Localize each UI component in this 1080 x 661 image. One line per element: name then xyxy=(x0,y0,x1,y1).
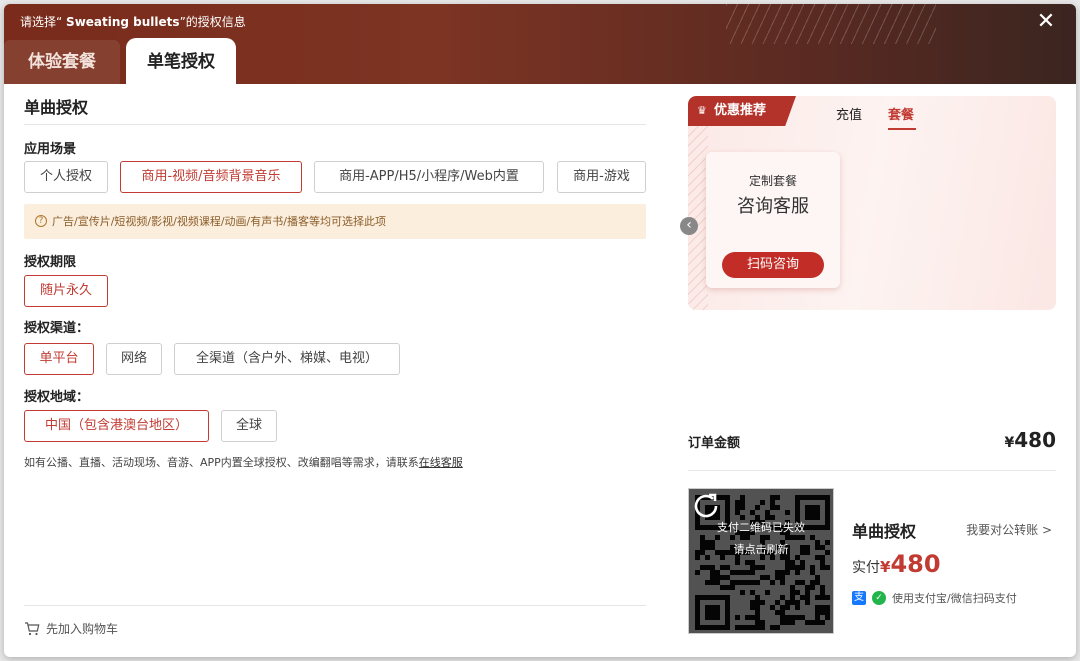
channel-option-single[interactable]: 单平台 xyxy=(24,343,94,375)
channel-label: 授权渠道： xyxy=(24,321,90,336)
promo-tab-package[interactable]: 套餐 xyxy=(888,104,914,123)
actual-price: 480 xyxy=(890,550,941,578)
dialog-header: 请选择“ Sweating bullets”的授权信息 ✕ 体验套餐 单笔授权 xyxy=(4,4,1076,84)
custom-package-card: 定制套餐 咨询客服 扫码咨询 xyxy=(706,152,840,288)
payment-item-title: 单曲授权 xyxy=(852,522,917,541)
alipay-icon: 支 xyxy=(852,591,866,605)
scene-option-app[interactable]: 商用-APP/H5/小程序/Web内置 xyxy=(314,161,544,193)
close-icon[interactable]: ✕ xyxy=(1034,10,1058,34)
scan-consult-button[interactable]: 扫码咨询 xyxy=(722,252,824,278)
scene-option-video-bgm[interactable]: 商用-视频/音频背景音乐 xyxy=(120,161,302,193)
promo-tag: ♛ 优惠推荐 xyxy=(688,96,796,126)
bottom-divider xyxy=(24,605,646,606)
header-decoration xyxy=(726,4,936,44)
online-service-link[interactable]: 在线客服 xyxy=(419,456,463,469)
channel-option-network[interactable]: 网络 xyxy=(106,343,162,375)
tab-single-license[interactable]: 单笔授权 xyxy=(126,38,236,84)
section-divider xyxy=(24,124,646,125)
authorization-dialog: 请选择“ Sweating bullets”的授权信息 ✕ 体验套餐 单笔授权 … xyxy=(4,4,1076,657)
package-title: 定制套餐 xyxy=(748,174,797,188)
region-option-global[interactable]: 全球 xyxy=(221,410,277,442)
promo-decoration xyxy=(688,96,708,310)
order-divider xyxy=(688,470,1056,471)
channel-option-all[interactable]: 全渠道（含户外、梯媒、电视） xyxy=(174,343,400,375)
qr-refresh-hint: 请点击刷新 xyxy=(733,543,789,556)
corporate-transfer-link[interactable]: 我要对公转账 > xyxy=(966,521,1052,538)
contact-hint: 如有公播、直播、活动现场、音游、APP内置全球授权、改编翻唱等需求，请联系在线客… xyxy=(24,456,463,469)
actual-payment: 实付¥480 xyxy=(852,550,941,578)
wechat-icon: ✓ xyxy=(872,591,886,605)
period-label: 授权期限 xyxy=(24,255,77,270)
scene-notice: ? 广告/宣传片/短视频/影视/视频课程/动画/有声书/播客等均可选择此项 xyxy=(24,204,646,239)
scene-option-game[interactable]: 商用-游戏 xyxy=(557,161,646,193)
package-subtitle: 咨询客服 xyxy=(737,196,809,217)
dialog-title: 请选择“ Sweating bullets”的授权信息 xyxy=(20,15,246,29)
period-option-permanent[interactable]: 随片永久 xyxy=(24,275,108,307)
scene-option-personal[interactable]: 个人授权 xyxy=(24,161,108,193)
payment-methods: 支 ✓ 使用支付宝/微信扫码支付 xyxy=(852,591,1017,605)
active-tab-indicator xyxy=(888,128,916,130)
chevron-left-icon[interactable]: ‹ xyxy=(680,217,698,235)
question-icon: ? xyxy=(35,215,47,227)
scene-label: 应用场景 xyxy=(24,142,77,157)
section-title: 单曲授权 xyxy=(24,98,89,117)
payment-qr-code[interactable]: 支付二维码已失效 请点击刷新 xyxy=(688,488,834,634)
region-label: 授权地域： xyxy=(24,390,90,405)
song-name: Sweating bullets xyxy=(66,15,180,29)
add-to-cart-button[interactable]: 先加入购物车 xyxy=(24,620,118,637)
promo-panel: ♛ 优惠推荐 充值 套餐 定制套餐 咨询客服 扫码咨询 xyxy=(688,96,1056,310)
order-amount: ¥480 xyxy=(1004,428,1057,452)
promo-tab-recharge[interactable]: 充值 xyxy=(836,104,862,123)
order-amount-label: 订单金额 xyxy=(688,436,741,451)
tab-trial-package[interactable]: 体验套餐 xyxy=(4,40,120,84)
region-option-china[interactable]: 中国（包含港澳台地区） xyxy=(24,410,209,442)
refresh-icon[interactable] xyxy=(689,489,723,523)
crown-icon: ♛ xyxy=(697,104,707,117)
cart-icon xyxy=(25,621,40,635)
